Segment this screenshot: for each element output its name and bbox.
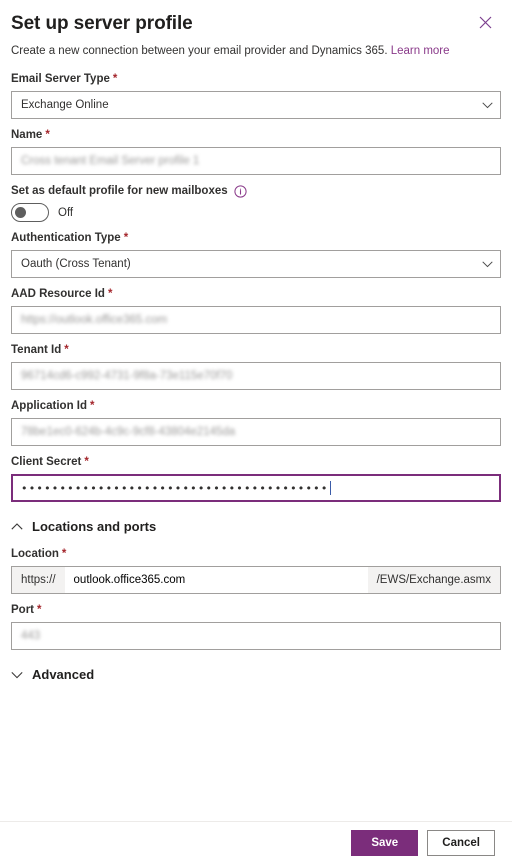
authentication-type-value: Oauth (Cross Tenant) — [21, 258, 131, 270]
required-marker: * — [45, 129, 50, 141]
label-text: Location — [11, 548, 59, 560]
location-composite-input: https:// outlook.office365.com /EWS/Exch… — [11, 566, 501, 594]
name-value: Cross tenant Email Server profile 1 — [21, 155, 200, 167]
text-caret — [329, 481, 331, 495]
required-marker: * — [84, 456, 89, 468]
location-value: outlook.office365.com — [73, 574, 186, 586]
default-profile-toggle[interactable] — [11, 203, 49, 222]
location-suffix: /EWS/Exchange.asmx — [367, 567, 500, 593]
default-profile-toggle-row: Off — [11, 203, 501, 222]
tenant-id-input[interactable]: 96714cd6-c992-4731-9f8a-73e115e70f70 — [11, 362, 501, 390]
section-advanced-header[interactable]: Advanced — [11, 667, 501, 682]
label-text: Port — [11, 604, 34, 616]
email-server-type-value: Exchange Online — [21, 99, 109, 111]
info-icon[interactable] — [234, 185, 247, 198]
label-port: Port * — [11, 603, 501, 618]
client-secret-input[interactable]: •••••••••••••••••••••••••••••••••••••••• — [11, 474, 501, 502]
required-marker: * — [90, 400, 95, 412]
label-aad-resource-id: AAD Resource Id * — [11, 287, 501, 302]
learn-more-link[interactable]: Learn more — [391, 45, 450, 57]
label-text: Tenant Id — [11, 344, 62, 356]
required-marker: * — [61, 548, 67, 560]
chevron-down-icon — [482, 260, 493, 268]
label-tenant-id: Tenant Id * — [11, 343, 501, 358]
dialog-header: Set up server profile Create a new conne… — [0, 0, 512, 59]
field-tenant-id: Tenant Id * 96714cd6-c992-4731-9f8a-73e1… — [11, 343, 501, 390]
close-button[interactable] — [472, 11, 498, 37]
location-prefix: https:// — [12, 567, 65, 593]
label-text: Email Server Type — [11, 73, 110, 85]
label-authentication-type: Authentication Type * — [11, 231, 501, 246]
name-input[interactable]: Cross tenant Email Server profile 1 — [11, 147, 501, 175]
tenant-id-value: 96714cd6-c992-4731-9f8a-73e115e70f70 — [21, 370, 233, 382]
label-name: Name * — [11, 128, 501, 143]
label-text: Set as default profile for new mailboxes — [11, 185, 228, 197]
application-id-input[interactable]: 78be1ec0-624b-4c9c-9cf8-43804e2145da — [11, 418, 501, 446]
field-authentication-type: Authentication Type * Oauth (Cross Tenan… — [11, 231, 501, 278]
title-row: Set up server profile — [11, 12, 500, 37]
set-up-server-profile-dialog: Set up server profile Create a new conne… — [0, 0, 512, 864]
chevron-up-icon — [11, 522, 23, 531]
label-text: Client Secret — [11, 456, 82, 468]
page-title: Set up server profile — [11, 13, 193, 34]
dialog-footer: Save Cancel — [0, 821, 512, 864]
field-email-server-type: Email Server Type * Exchange Online — [11, 72, 501, 119]
field-client-secret: Client Secret * ••••••••••••••••••••••••… — [11, 455, 501, 502]
port-input[interactable]: 443 — [11, 622, 501, 650]
field-application-id: Application Id * 78be1ec0-624b-4c9c-9cf8… — [11, 399, 501, 446]
field-port: Port * 443 — [11, 603, 501, 650]
authentication-type-select[interactable]: Oauth (Cross Tenant) — [11, 250, 501, 278]
cancel-button[interactable]: Cancel — [427, 830, 495, 856]
port-value: 443 — [21, 630, 41, 642]
label-client-secret: Client Secret * — [11, 455, 501, 470]
required-marker: * — [64, 344, 69, 356]
label-text: Application Id — [11, 400, 88, 412]
chevron-down-icon — [482, 101, 493, 109]
toggle-state-label: Off — [58, 206, 74, 219]
label-text: Authentication Type — [11, 232, 121, 244]
aad-resource-id-value: https://outlook.office365.com — [21, 314, 168, 326]
label-text: Name — [11, 129, 43, 141]
close-icon — [479, 16, 492, 32]
subtitle-text: Create a new connection between your ema… — [11, 45, 388, 57]
client-secret-value: •••••••••••••••••••••••••••••••••••••••• — [21, 482, 329, 494]
save-button[interactable]: Save — [351, 830, 419, 856]
field-location: Location * https:// outlook.office365.co… — [11, 547, 501, 594]
location-input[interactable]: outlook.office365.com — [64, 567, 368, 593]
toggle-knob — [15, 207, 26, 218]
dialog-body: Email Server Type * Exchange Online Name… — [0, 72, 512, 682]
field-aad-resource-id: AAD Resource Id * https://outlook.office… — [11, 287, 501, 334]
aad-resource-id-input[interactable]: https://outlook.office365.com — [11, 306, 501, 334]
required-marker: * — [37, 604, 42, 616]
dialog-subtitle: Create a new connection between your ema… — [11, 44, 500, 59]
email-server-type-select[interactable]: Exchange Online — [11, 91, 501, 119]
label-default-profile: Set as default profile for new mailboxes — [11, 184, 501, 199]
required-marker: * — [123, 232, 129, 244]
chevron-down-icon — [11, 671, 23, 679]
label-application-id: Application Id * — [11, 399, 501, 414]
label-email-server-type: Email Server Type * — [11, 72, 501, 87]
required-marker: * — [112, 73, 118, 85]
label-text: AAD Resource Id — [11, 288, 105, 300]
required-marker: * — [107, 288, 113, 300]
label-location: Location * — [11, 547, 501, 562]
section-locations-and-ports-header[interactable]: Locations and ports — [11, 519, 501, 534]
application-id-value: 78be1ec0-624b-4c9c-9cf8-43804e2145da — [21, 426, 236, 438]
section-title: Locations and ports — [32, 519, 157, 534]
field-default-profile: Set as default profile for new mailboxes… — [11, 184, 501, 222]
field-name: Name * Cross tenant Email Server profile… — [11, 128, 501, 175]
section-title: Advanced — [32, 667, 95, 682]
